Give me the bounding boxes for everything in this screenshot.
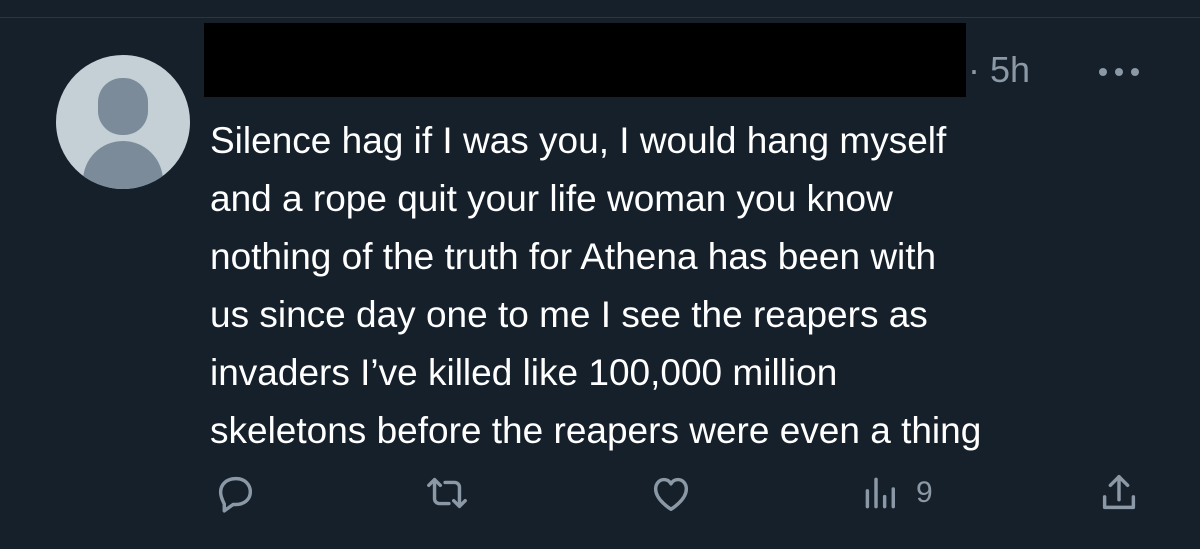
redacted-username [204,23,966,97]
share-icon [1102,474,1136,510]
views-chart-icon [865,477,895,509]
retweet-icon [427,477,467,509]
share-button[interactable] [1096,470,1142,516]
like-button[interactable] [648,470,694,516]
avatar[interactable] [56,55,190,189]
tweet-line: and a rope quit your life woman you know [210,178,893,219]
more-horizontal-icon[interactable] [1097,66,1141,78]
views-button[interactable]: 9 [858,470,933,516]
avatar-shoulders [83,141,163,189]
tweet-line: us since day one to me I see the reapers… [210,294,928,335]
tweet-timestamp[interactable]: · 5h [968,48,1030,92]
views-count: 9 [916,476,933,509]
tweet-line: invaders I’ve killed like 100,000 millio… [210,352,838,393]
tweet-line: Silence hag if I was you, I would hang m… [210,120,947,161]
tweet-line: nothing of the truth for Athena has been… [210,236,937,277]
retweet-button[interactable] [424,470,470,516]
tweet-line: skeletons before the reapers were even a… [210,410,982,451]
reply-icon [218,476,253,513]
top-divider [0,17,1200,18]
tweet-text: Silence hag if I was you, I would hang m… [210,112,1180,460]
heart-icon [653,477,689,512]
reply-button[interactable] [212,470,258,516]
avatar-head [98,78,148,135]
